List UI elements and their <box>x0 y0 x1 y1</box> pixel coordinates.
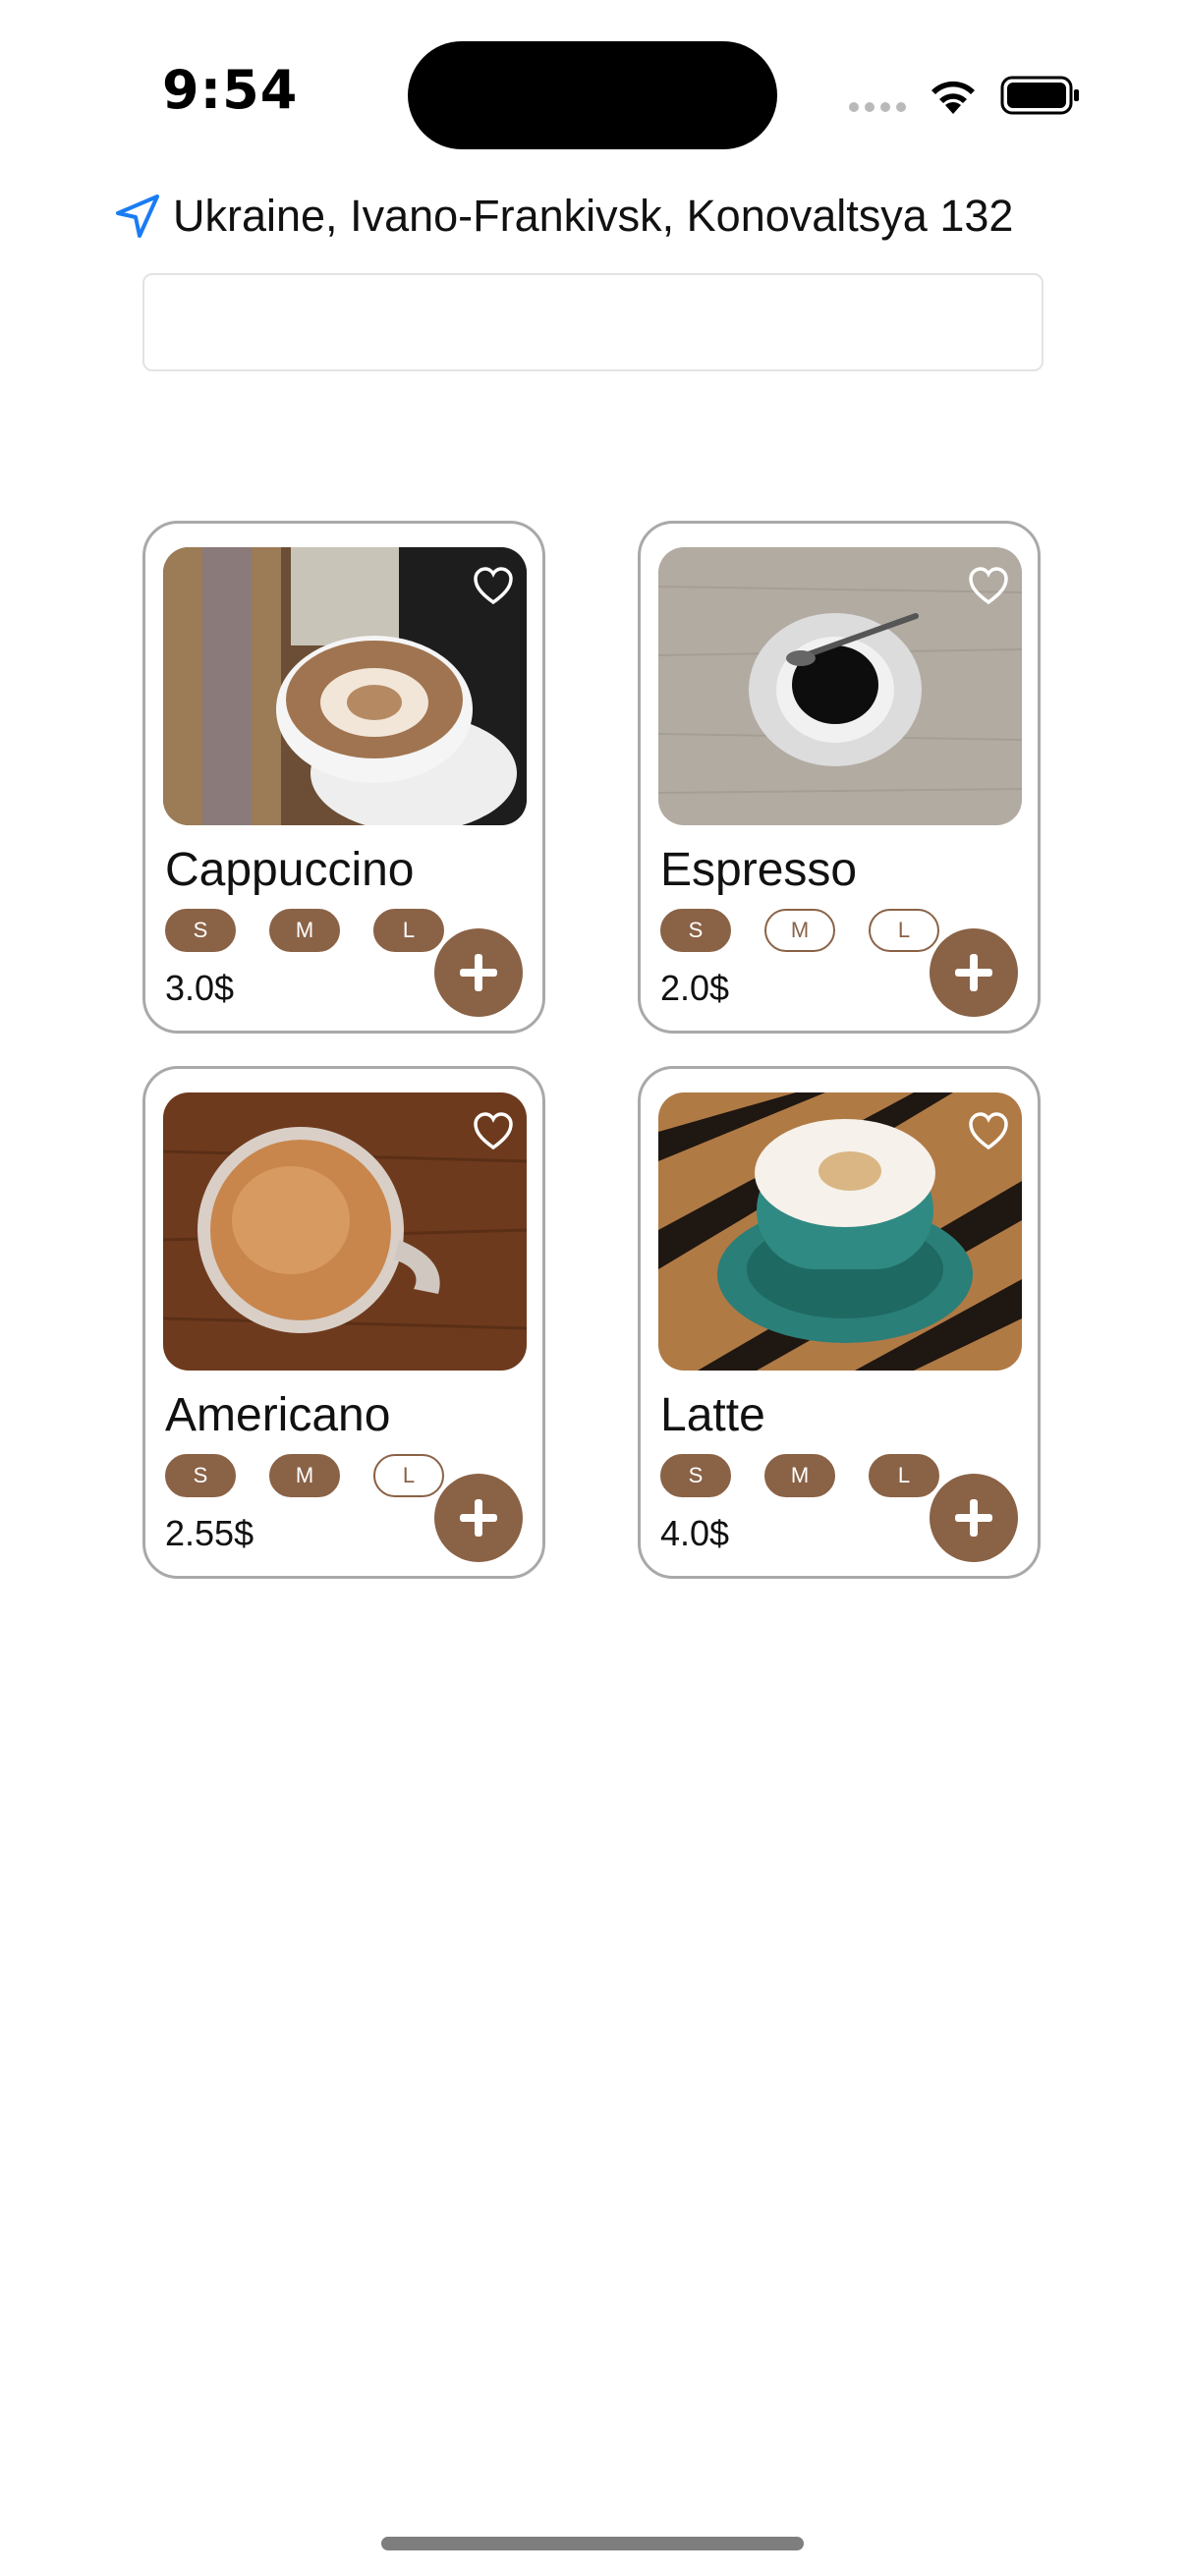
cellular-signal-icon <box>849 102 906 112</box>
status-bar: 9:54 <box>0 0 1185 196</box>
favorite-heart-icon[interactable] <box>967 565 1010 608</box>
location-row[interactable]: Ukraine, Ivano-Frankivsk, Konovaltsya 13… <box>112 187 1013 246</box>
product-price: 2.55$ <box>165 1513 254 1553</box>
product-price: 2.0$ <box>660 968 730 1008</box>
size-option-m[interactable]: M <box>764 1454 835 1497</box>
size-selector: S M L <box>660 1454 939 1497</box>
dynamic-island <box>408 41 777 149</box>
plus-icon <box>955 1499 992 1537</box>
favorite-heart-icon[interactable] <box>472 1110 515 1153</box>
product-price: 3.0$ <box>165 968 235 1008</box>
location-arrow-icon <box>116 195 159 238</box>
product-card-latte[interactable]: Latte S M L 4.0$ <box>638 1066 1041 1579</box>
product-photo <box>658 1092 1022 1371</box>
size-option-s[interactable]: S <box>660 1454 731 1497</box>
wifi-icon <box>931 81 975 114</box>
product-card-cappuccino[interactable]: Cappuccino S M L 3.0$ <box>142 521 545 1034</box>
size-option-l[interactable]: L <box>869 1454 939 1497</box>
add-to-cart-button[interactable] <box>434 1474 523 1562</box>
size-option-m[interactable]: M <box>269 909 340 952</box>
size-option-s[interactable]: S <box>165 1454 236 1497</box>
size-option-s[interactable]: S <box>660 909 731 952</box>
product-name: Espresso <box>660 844 858 896</box>
size-option-l[interactable]: L <box>869 909 939 952</box>
product-name: Cappuccino <box>165 844 415 896</box>
size-selector: S M L <box>165 1454 444 1497</box>
favorite-heart-icon[interactable] <box>472 565 515 608</box>
size-selector: S M L <box>660 909 939 952</box>
plus-icon <box>460 1499 497 1537</box>
product-photo <box>658 547 1022 825</box>
product-card-americano[interactable]: Americano S M L 2.55$ <box>142 1066 545 1579</box>
size-selector: S M L <box>165 909 444 952</box>
size-option-l[interactable]: L <box>373 909 444 952</box>
product-photo <box>163 1092 527 1371</box>
size-option-s[interactable]: S <box>165 909 236 952</box>
add-to-cart-button[interactable] <box>930 1474 1018 1562</box>
product-name: Americano <box>165 1389 391 1441</box>
search-input[interactable] <box>142 273 1044 371</box>
size-option-l[interactable]: L <box>373 1454 444 1497</box>
plus-icon <box>955 954 992 991</box>
add-to-cart-button[interactable] <box>930 928 1018 1017</box>
favorite-heart-icon[interactable] <box>967 1110 1010 1153</box>
product-card-espresso[interactable]: Espresso S M L 2.0$ <box>638 521 1041 1034</box>
size-option-m[interactable]: M <box>764 909 835 952</box>
battery-icon <box>1000 76 1079 115</box>
product-price: 4.0$ <box>660 1513 730 1553</box>
location-label: Ukraine, Ivano-Frankivsk, Konovaltsya 13… <box>173 191 1014 241</box>
product-photo <box>163 547 527 825</box>
add-to-cart-button[interactable] <box>434 928 523 1017</box>
status-time: 9:54 <box>162 59 299 121</box>
home-indicator[interactable] <box>381 2537 804 2550</box>
plus-icon <box>460 954 497 991</box>
size-option-m[interactable]: M <box>269 1454 340 1497</box>
product-name: Latte <box>660 1389 765 1441</box>
